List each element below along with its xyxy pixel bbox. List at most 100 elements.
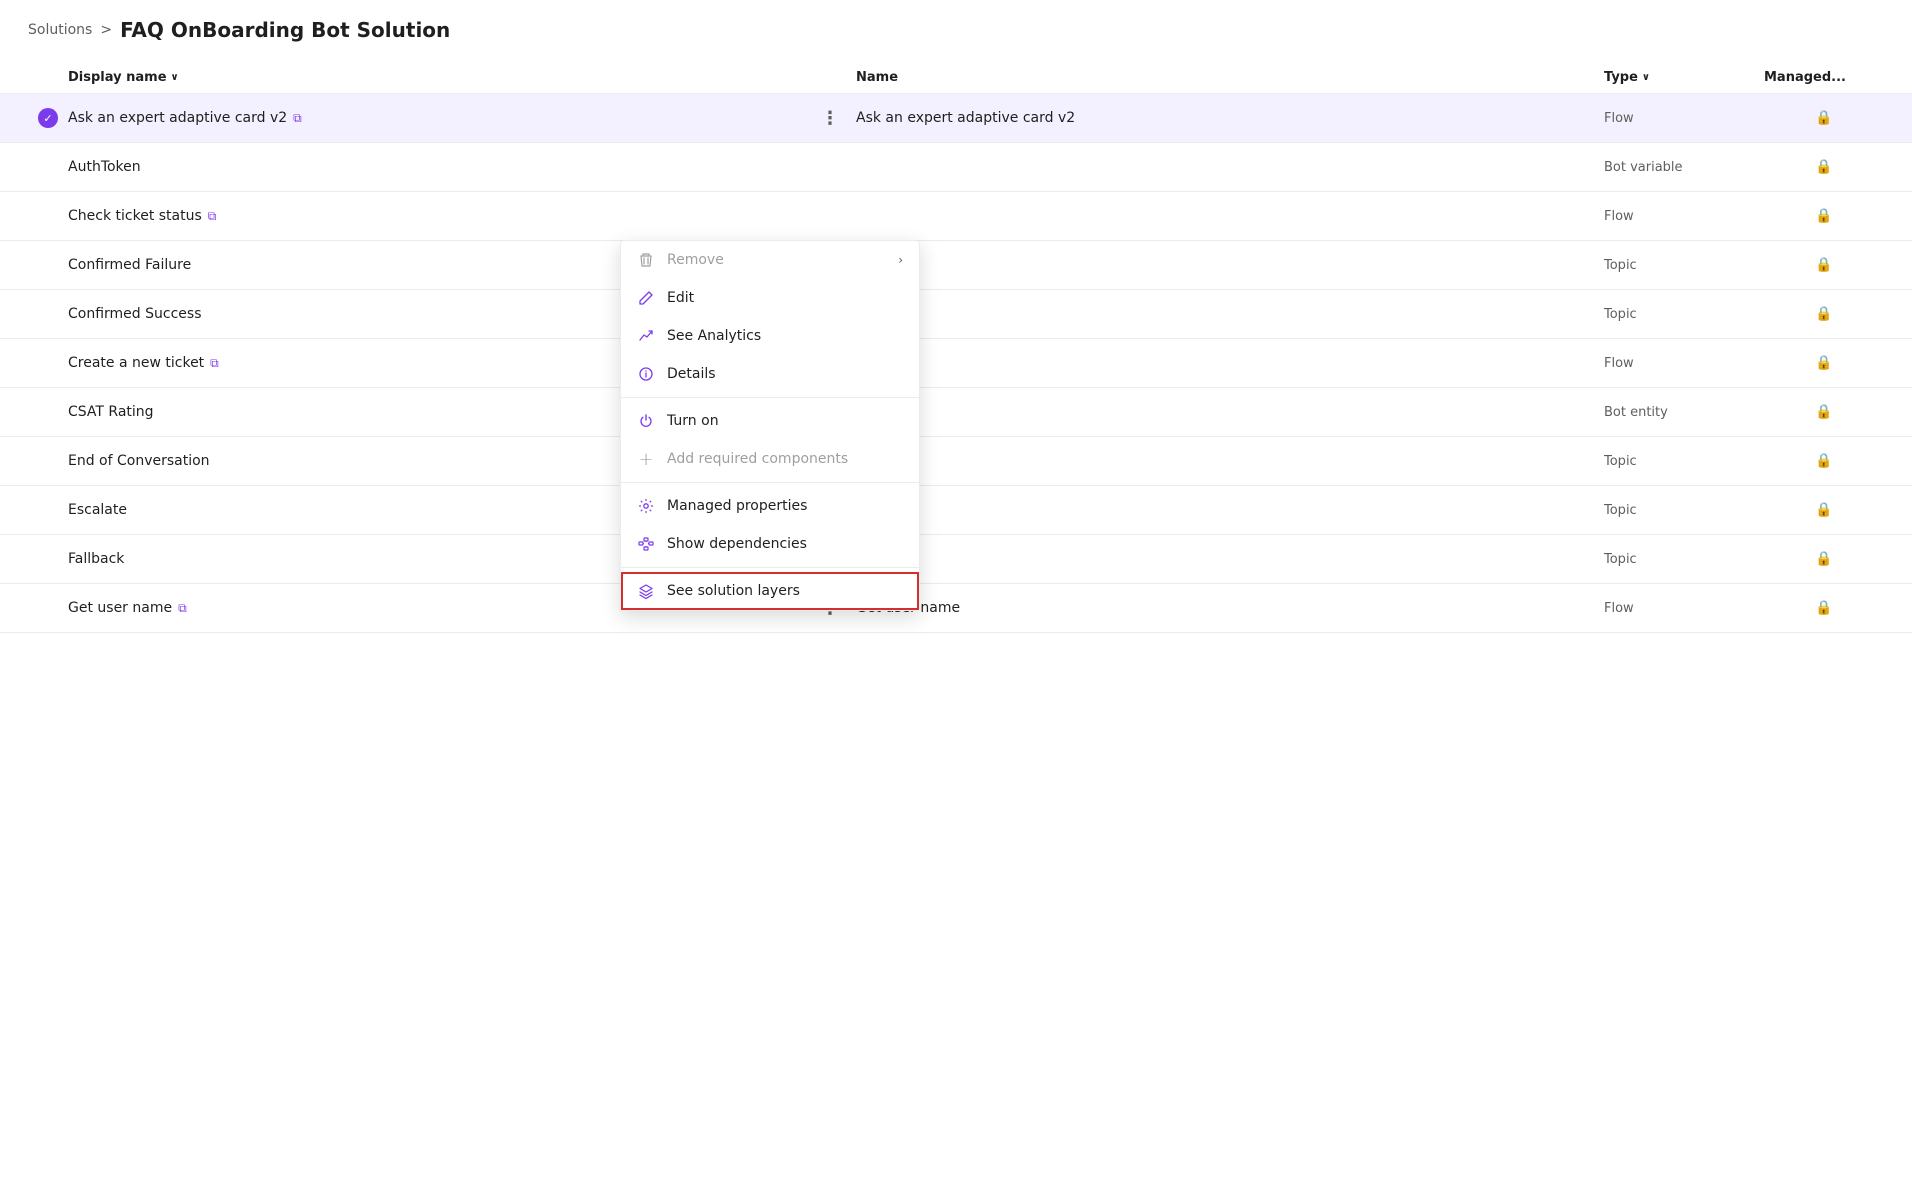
table-row: Get user name ⧉ ⋮ Get user name Flow 🔒 [0,584,1912,633]
header-check [28,70,68,85]
row-display-name: CSAT Rating [68,404,154,420]
sort-icon-display-name: ∨ [171,72,179,83]
name-cell: Get user name [856,600,1604,616]
row-display-name: Fallback [68,551,124,567]
lock-cell: 🔒 [1764,502,1884,518]
row-display-name: Create a new ticket [68,355,204,371]
check-cell: ✓ [28,108,68,128]
type-cell: Flow [1604,601,1764,616]
table-row: CSAT Rating ⋮ Bot entity 🔒 [0,388,1912,437]
display-name-cell: Ask an expert adaptive card v2 ⧉ [68,110,816,126]
lock-cell: 🔒 [1764,159,1884,175]
name-cell: Fallback [856,551,1604,567]
menu-item-managed-properties[interactable]: Managed properties [621,487,919,525]
row-display-name: Confirmed Failure [68,257,191,273]
power-icon [637,412,655,430]
menu-separator-3 [621,567,919,568]
type-cell: Topic [1604,552,1764,567]
row-display-name: Get user name [68,600,172,616]
menu-item-edit[interactable]: Edit [621,279,919,317]
row-display-name: Check ticket status [68,208,202,224]
table-row: AuthToken ⋮ Bot variable 🔒 [0,143,1912,192]
lock-cell: 🔒 [1764,208,1884,224]
row-display-name: End of Conversation [68,453,210,469]
header-type[interactable]: Type ∨ [1604,70,1764,85]
type-cell: Topic [1604,454,1764,469]
ext-link-icon[interactable]: ⧉ [293,111,302,126]
menu-item-see-solution-layers[interactable]: See solution layers [621,572,919,610]
breadcrumb: Solutions > FAQ OnBoarding Bot Solution [0,0,1912,52]
lock-cell: 🔒 [1764,355,1884,371]
header-name: Name [856,70,1604,85]
edit-icon [637,289,655,307]
breadcrumb-current: FAQ OnBoarding Bot Solution [120,18,450,42]
display-name-cell: AuthToken [68,159,816,175]
lock-cell: 🔒 [1764,257,1884,273]
menu-item-turn-on[interactable]: Turn on [621,402,919,440]
menu-label-turn-on: Turn on [667,413,903,429]
type-cell: Flow [1604,111,1764,126]
ext-link-icon[interactable]: ⧉ [208,209,217,224]
menu-item-show-dependencies[interactable]: Show dependencies [621,525,919,563]
trash-icon [637,251,655,269]
ext-link-icon[interactable]: ⧉ [178,601,187,616]
table-row: Escalate ⋮ Escalate Topic 🔒 [0,486,1912,535]
menu-separator-1 [621,397,919,398]
table-row: End of Conversation ⋮ Topic 🔒 [0,437,1912,486]
plus-icon: + [637,450,655,468]
menu-label-remove: Remove [667,252,886,268]
table-row: Create a new ticket ⧉ ⋮ Flow 🔒 [0,339,1912,388]
name-cell: Ask an expert adaptive card v2 [856,110,1604,126]
lock-cell: 🔒 [1764,110,1884,126]
header-more [816,70,856,85]
lock-cell: 🔒 [1764,453,1884,469]
menu-separator-2 [621,482,919,483]
row-display-name: Confirmed Success [68,306,202,322]
arrow-right-icon: › [898,253,903,267]
table-row: Confirmed Failure ⋮ Topic 🔒 [0,241,1912,290]
name-cell: Escalate [856,502,1604,518]
type-cell: Flow [1604,356,1764,371]
header-managed: Managed... [1764,70,1884,85]
menu-label-edit: Edit [667,290,903,306]
type-cell: Topic [1604,503,1764,518]
context-menu: Remove › Edit See Analytics [620,240,920,611]
table-row: Fallback ⋮ Fallback Topic 🔒 [0,535,1912,584]
menu-label-details: Details [667,366,903,382]
header-display-name[interactable]: Display name ∨ [68,70,816,85]
menu-item-details[interactable]: Details [621,355,919,393]
selected-check: ✓ [38,108,58,128]
lock-cell: 🔒 [1764,600,1884,616]
gear-icon [637,497,655,515]
row-display-name: Ask an expert adaptive card v2 [68,110,287,126]
analytics-icon [637,327,655,345]
type-cell: Bot entity [1604,405,1764,420]
menu-item-see-analytics[interactable]: See Analytics [621,317,919,355]
breadcrumb-parent[interactable]: Solutions [28,22,92,38]
type-cell: Flow [1604,209,1764,224]
ext-link-icon[interactable]: ⧉ [210,356,219,371]
menu-item-remove[interactable]: Remove › [621,241,919,279]
menu-label-analytics: See Analytics [667,328,903,344]
type-cell: Bot variable [1604,160,1764,175]
table-header: Display name ∨ Name Type ∨ Managed... [0,62,1912,94]
table-row: Check ticket status ⧉ ⋮ Flow 🔒 [0,192,1912,241]
more-cell[interactable]: ⋮ [816,104,844,132]
menu-item-add-required[interactable]: + Add required components [621,440,919,478]
table-row: ✓ Ask an expert adaptive card v2 ⧉ ⋮ Ask… [0,94,1912,143]
row-display-name: Escalate [68,502,127,518]
info-icon [637,365,655,383]
type-cell: Topic [1604,307,1764,322]
row-display-name: AuthToken [68,159,141,175]
lock-cell: 🔒 [1764,306,1884,322]
dependencies-icon [637,535,655,553]
breadcrumb-separator: > [100,22,112,38]
menu-label-managed-props: Managed properties [667,498,903,514]
menu-label-add-required: Add required components [667,451,903,467]
table-container: Display name ∨ Name Type ∨ Managed... ✓ … [0,52,1912,643]
lock-cell: 🔒 [1764,551,1884,567]
layers-icon [637,582,655,600]
sort-icon-type: ∨ [1642,72,1650,83]
type-cell: Topic [1604,258,1764,273]
lock-cell: 🔒 [1764,404,1884,420]
